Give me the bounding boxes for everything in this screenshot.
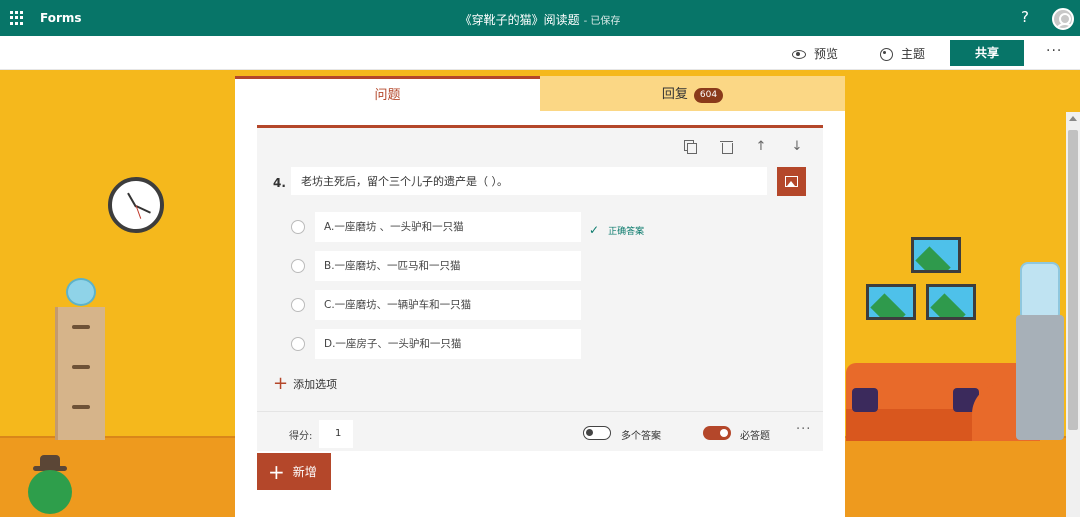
answer-option: A.一座磨坊 、一头驴和一只猫 xyxy=(291,212,581,242)
cushion-illustration xyxy=(852,388,878,412)
score-input[interactable]: 1 xyxy=(319,420,353,448)
tab-questions-label: 问题 xyxy=(374,88,401,103)
tab-questions[interactable]: 问题 xyxy=(235,76,540,111)
water-cooler-illustration xyxy=(1016,315,1064,440)
trash-icon[interactable] xyxy=(720,140,734,154)
correct-answer-label: 正确答案 xyxy=(608,226,645,237)
option-radio[interactable] xyxy=(291,337,305,351)
arrow-up-icon[interactable]: ↑ xyxy=(754,140,768,154)
document-title-text: 《穿靴子的猫》阅读题 xyxy=(459,13,580,27)
save-status: - 已保存 xyxy=(583,16,621,27)
fishbowl-illustration xyxy=(66,278,96,306)
picture-frame-illustration xyxy=(911,237,961,273)
option-text-input[interactable]: B.一座磨坊、一匹马和一只猫 xyxy=(315,251,581,281)
palette-icon xyxy=(879,47,893,61)
question-number: 4. xyxy=(273,176,286,190)
picture-frame-illustration xyxy=(866,284,916,320)
top-header: Forms 《穿靴子的猫》阅读题 - 已保存 ? xyxy=(0,0,1080,36)
add-option-button[interactable]: + 添加选项 xyxy=(273,373,338,394)
multiple-answers-label: 多个答案 xyxy=(621,431,661,442)
theme-label: 主题 xyxy=(901,47,926,61)
tab-bar: 问题 回复 604 xyxy=(235,76,845,111)
scroll-up-icon[interactable] xyxy=(1069,116,1077,121)
plant-illustration xyxy=(28,470,72,514)
tab-responses-label: 回复 xyxy=(661,87,688,102)
plus-icon: + xyxy=(273,373,289,394)
preview-label: 预览 xyxy=(814,47,839,61)
score-label: 得分: xyxy=(289,431,313,442)
water-bottle-illustration xyxy=(1020,262,1060,318)
user-avatar[interactable] xyxy=(1052,8,1074,30)
command-bar: 预览 主题 共享 ··· xyxy=(0,36,1080,70)
preview-button[interactable]: 预览 xyxy=(792,45,838,62)
help-icon[interactable]: ? xyxy=(1021,8,1029,26)
responses-count-badge: 604 xyxy=(693,88,724,103)
question-text-input[interactable]: 老坊主死后，留个三个儿子的遗产是（ ）。 xyxy=(291,167,767,195)
clock-illustration xyxy=(108,177,164,233)
add-new-question-button[interactable]: + 新增 xyxy=(257,453,331,490)
correct-answer-toggle[interactable]: ✓ 正确答案 xyxy=(589,223,644,237)
question-card: ↑ ↓ 4. 老坊主死后，留个三个儿子的遗产是（ ）。 A.一座磨坊 、一头驴和… xyxy=(257,125,823,451)
eye-icon xyxy=(792,47,806,61)
question-more-icon[interactable]: ··· xyxy=(796,422,811,437)
multiple-answers-toggle[interactable] xyxy=(583,426,611,440)
picture-frame-illustration xyxy=(926,284,976,320)
document-title: 《穿靴子的猫》阅读题 - 已保存 xyxy=(0,11,1080,28)
option-radio[interactable] xyxy=(291,259,305,273)
more-options-icon[interactable]: ··· xyxy=(1046,43,1062,59)
scrollbar-thumb[interactable] xyxy=(1068,130,1078,430)
copy-icon[interactable] xyxy=(684,140,698,154)
form-panel: 问题 回复 604 ↑ ↓ 4. 老坊主死后，留个三个儿子的遗产是（ ）。 A.一… xyxy=(235,76,845,517)
required-label: 必答题 xyxy=(740,431,770,442)
share-button[interactable]: 共享 xyxy=(950,40,1024,66)
tab-responses[interactable]: 回复 604 xyxy=(540,76,845,111)
add-new-label: 新增 xyxy=(292,465,317,479)
answer-option: D.一座房子、一头驴和一只猫 xyxy=(291,329,581,359)
plus-icon: + xyxy=(268,459,285,484)
option-radio[interactable] xyxy=(291,220,305,234)
question-footer: 得分: 1 多个答案 必答题 ··· xyxy=(257,411,823,454)
option-text-input[interactable]: C.一座磨坊、一辆驴车和一只猫 xyxy=(315,290,581,320)
check-icon: ✓ xyxy=(589,223,600,237)
insert-image-button[interactable] xyxy=(777,167,806,196)
option-text-input[interactable]: A.一座磨坊 、一头驴和一只猫 xyxy=(315,212,581,242)
arrow-down-icon[interactable]: ↓ xyxy=(790,140,804,154)
add-option-label: 添加选项 xyxy=(293,378,338,391)
image-icon xyxy=(785,176,798,187)
answer-option: B.一座磨坊、一匹马和一只猫 xyxy=(291,251,581,281)
option-text-input[interactable]: D.一座房子、一头驴和一只猫 xyxy=(315,329,581,359)
answer-option: C.一座磨坊、一辆驴车和一只猫 xyxy=(291,290,581,320)
theme-button[interactable]: 主题 xyxy=(879,45,925,62)
cabinet-illustration xyxy=(55,307,105,440)
option-radio[interactable] xyxy=(291,298,305,312)
required-toggle[interactable] xyxy=(703,426,731,440)
